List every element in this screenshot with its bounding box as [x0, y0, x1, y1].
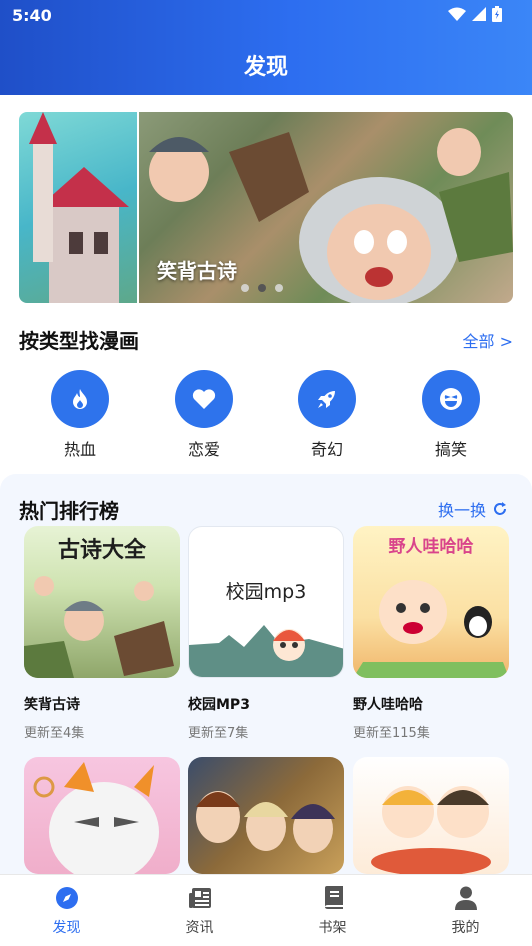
nav-label: 书架: [318, 920, 347, 936]
cover-title-text: 校园mp3: [225, 581, 307, 603]
comic-card[interactable]: 古诗大全 笑背古诗 更新至4集: [24, 526, 180, 741]
nav-item-profile[interactable]: 我的: [399, 875, 532, 946]
banner-side-image[interactable]: [19, 112, 137, 303]
cover-title-text: 古诗大全: [57, 538, 146, 563]
refresh-button[interactable]: 换一换: [438, 497, 508, 521]
comic-card[interactable]: [188, 757, 344, 874]
comic-cover[interactable]: [24, 757, 180, 874]
category-label: 奇幻: [310, 440, 343, 459]
comic-card[interactable]: [353, 757, 509, 874]
carousel-dot[interactable]: [241, 284, 249, 292]
flame-icon: [51, 370, 109, 428]
carousel-dot[interactable]: [275, 284, 283, 292]
page-title: 发现: [243, 55, 288, 80]
header-bar: 5:40 发现: [0, 0, 532, 95]
ranking-section-title: 热门排行榜: [19, 499, 119, 523]
nav-item-bookshelf[interactable]: 书架: [266, 875, 399, 946]
category-label: 搞笑: [434, 440, 467, 459]
comic-title: 野人哇哈哈: [353, 697, 423, 713]
comic-cover[interactable]: 古诗大全: [24, 526, 180, 678]
comic-update-status: 更新至4集: [24, 726, 85, 741]
battery-icon: [492, 6, 502, 22]
comic-card[interactable]: [24, 757, 180, 874]
all-categories-link[interactable]: 全部 >: [463, 328, 514, 352]
refresh-icon: [494, 502, 506, 515]
banner-caption: 笑背古诗: [157, 259, 237, 283]
compass-icon: [54, 885, 80, 911]
laugh-face-icon: [422, 370, 480, 428]
category-section-title: 按类型找漫画: [19, 329, 139, 353]
bottom-navigation: 发现 资讯 书架 我的: [0, 874, 532, 946]
carousel-indicator: [241, 284, 283, 292]
comic-cover[interactable]: 校园mp3: [188, 526, 344, 678]
refresh-label: 换一换: [437, 501, 486, 520]
status-bar: 5:40: [0, 0, 532, 30]
nav-item-news[interactable]: 资讯: [133, 875, 266, 946]
comic-title: 校园MP3: [188, 697, 250, 713]
category-item-rexue[interactable]: 热血: [35, 370, 125, 460]
category-item-lianai[interactable]: 恋爱: [159, 370, 249, 460]
carousel-dot-active[interactable]: [258, 284, 266, 292]
category-label: 恋爱: [187, 440, 220, 459]
news-icon: [187, 885, 213, 911]
ranking-panel: 热门排行榜 换一换 古诗大全 笑背古诗 更新至4集 校园mp3 校园MP3 更新…: [0, 474, 532, 874]
comic-update-status: 更新至7集: [188, 726, 249, 741]
wifi-icon: [448, 7, 466, 21]
status-time: 5:40: [12, 6, 52, 25]
heart-icon: [175, 370, 233, 428]
category-item-qihuan[interactable]: 奇幻: [282, 370, 372, 460]
nav-label: 我的: [451, 920, 480, 936]
category-label: 热血: [63, 440, 96, 459]
comic-card[interactable]: 校园mp3 校园MP3 更新至7集: [188, 526, 344, 741]
comic-update-status: 更新至115集: [353, 726, 430, 741]
cover-title-text: 野人哇哈哈: [388, 537, 474, 557]
category-item-gaoxiao[interactable]: 搞笑: [406, 370, 496, 460]
comic-cover[interactable]: [188, 757, 344, 874]
banner-carousel[interactable]: 笑背古诗: [19, 112, 513, 303]
category-list: 热血 恋爱 奇幻 搞笑: [0, 370, 532, 460]
nav-label: 资讯: [185, 920, 214, 936]
comic-title: 笑背古诗: [24, 697, 80, 713]
nav-item-discover[interactable]: 发现: [0, 875, 133, 946]
nav-label: 发现: [52, 920, 81, 936]
rocket-icon: [298, 370, 356, 428]
status-icons: [448, 6, 502, 22]
comic-cover[interactable]: [353, 757, 509, 874]
signal-icon: [472, 7, 486, 21]
book-icon: [320, 885, 346, 911]
person-icon: [453, 885, 479, 911]
comic-cover[interactable]: 野人哇哈哈: [353, 526, 509, 678]
comic-card[interactable]: 野人哇哈哈 野人哇哈哈 更新至115集: [353, 526, 509, 741]
